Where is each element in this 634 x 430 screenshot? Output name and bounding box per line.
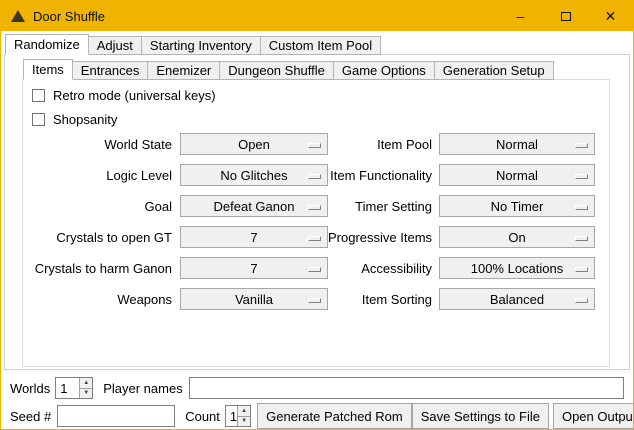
dropdown-indicator-icon xyxy=(308,143,321,148)
crystals-to-open-gt-dropdown[interactable]: 7 xyxy=(180,226,328,248)
dropdown-indicator-icon xyxy=(308,205,321,210)
field-label: World State xyxy=(30,137,180,152)
titlebar: Door Shuffle – ✕ xyxy=(1,1,633,31)
tab-enemizer[interactable]: Enemizer xyxy=(147,61,220,80)
minimize-button[interactable]: – xyxy=(498,1,543,31)
dropdown-indicator-icon xyxy=(575,298,588,303)
window-title: Door Shuffle xyxy=(33,9,105,24)
dropdown-value: On xyxy=(508,230,525,245)
field-label: Crystals to open GT xyxy=(30,230,180,245)
spin-down-icon[interactable]: ▼ xyxy=(238,417,250,427)
checkbox-icon xyxy=(32,113,45,126)
dropdown-indicator-icon xyxy=(575,174,588,179)
field-label: Item Functionality xyxy=(328,168,439,183)
field-label: Item Sorting xyxy=(328,292,439,307)
world-state-dropdown[interactable]: Open xyxy=(180,133,328,155)
player-names-input[interactable] xyxy=(189,377,624,399)
maximize-icon xyxy=(561,12,571,21)
tab-custom-item-pool[interactable]: Custom Item Pool xyxy=(260,36,381,55)
minimize-icon: – xyxy=(517,8,525,24)
progressive-items-dropdown[interactable]: On xyxy=(439,226,595,248)
dropdown-value: Vanilla xyxy=(235,292,273,307)
generate-row: Seed # Count 1 ▲ ▼ Generate Patched Rom … xyxy=(10,403,624,429)
count-spinbox[interactable]: 1 ▲ ▼ xyxy=(225,405,251,427)
dropdown-value: Defeat Ganon xyxy=(214,199,295,214)
dropdown-indicator-icon xyxy=(575,236,588,241)
dropdown-value: Normal xyxy=(496,137,538,152)
field-label: Item Pool xyxy=(328,137,439,152)
logic-level-dropdown[interactable]: No Glitches xyxy=(180,164,328,186)
generate-patched-rom-button[interactable]: Generate Patched Rom xyxy=(257,403,412,429)
count-label: Count xyxy=(185,409,220,424)
settings-form: World State Open Item Pool Normal Logic … xyxy=(30,133,595,310)
accessibility-dropdown[interactable]: 100% Locations xyxy=(439,257,595,279)
dropdown-value: Balanced xyxy=(490,292,544,307)
checkbox-label: Retro mode (universal keys) xyxy=(53,88,216,103)
item-sorting-dropdown[interactable]: Balanced xyxy=(439,288,595,310)
outer-tab-bar: Randomize Adjust Starting Inventory Cust… xyxy=(5,34,381,55)
seed-input[interactable] xyxy=(57,405,175,427)
dropdown-indicator-icon xyxy=(308,267,321,272)
inner-tab-bar: Items Entrances Enemizer Dungeon Shuffle… xyxy=(23,59,554,80)
close-button[interactable]: ✕ xyxy=(588,1,633,31)
tab-generation-setup[interactable]: Generation Setup xyxy=(434,61,554,80)
spin-up-icon[interactable]: ▲ xyxy=(238,406,250,417)
tab-entrances[interactable]: Entrances xyxy=(72,61,149,80)
checkbox-label: Shopsanity xyxy=(53,112,117,127)
checkbox-icon xyxy=(32,89,45,102)
crystals-to-harm-ganon-dropdown[interactable]: 7 xyxy=(180,257,328,279)
spin-arrows: ▲ ▼ xyxy=(237,406,250,426)
field-label: Crystals to harm Ganon xyxy=(30,261,180,276)
dropdown-indicator-icon xyxy=(575,267,588,272)
field-label: Progressive Items xyxy=(328,230,439,245)
close-icon: ✕ xyxy=(605,8,617,25)
worlds-value: 1 xyxy=(56,378,79,398)
maximize-button[interactable] xyxy=(543,1,588,31)
tab-dungeon-shuffle[interactable]: Dungeon Shuffle xyxy=(219,61,334,80)
tab-game-options[interactable]: Game Options xyxy=(333,61,435,80)
tab-adjust[interactable]: Adjust xyxy=(88,36,142,55)
field-label: Accessibility xyxy=(328,261,439,276)
tab-starting-inventory[interactable]: Starting Inventory xyxy=(141,36,261,55)
worlds-label: Worlds xyxy=(10,381,50,396)
shopsanity-checkbox[interactable]: Shopsanity xyxy=(32,112,117,126)
app-icon xyxy=(11,10,25,22)
dropdown-value: No Glitches xyxy=(220,168,287,183)
window-content: Randomize Adjust Starting Inventory Cust… xyxy=(2,32,632,428)
dropdown-indicator-icon xyxy=(308,236,321,241)
field-label: Goal xyxy=(30,199,180,214)
dropdown-indicator-icon xyxy=(308,174,321,179)
dropdown-value: 7 xyxy=(250,230,257,245)
open-output-directory-button[interactable]: Open Output Directory xyxy=(553,403,634,429)
spin-down-icon[interactable]: ▼ xyxy=(80,389,92,399)
field-label: Timer Setting xyxy=(328,199,439,214)
item-pool-dropdown[interactable]: Normal xyxy=(439,133,595,155)
field-label: Weapons xyxy=(30,292,180,307)
spin-arrows: ▲ ▼ xyxy=(79,378,92,398)
tab-randomize[interactable]: Randomize xyxy=(5,34,89,55)
spin-up-icon[interactable]: ▲ xyxy=(80,378,92,389)
worlds-row: Worlds 1 ▲ ▼ Player names xyxy=(10,376,624,400)
dropdown-indicator-icon xyxy=(575,205,588,210)
dropdown-value: 100% Locations xyxy=(471,261,564,276)
dropdown-value: Normal xyxy=(496,168,538,183)
dropdown-value: Open xyxy=(238,137,270,152)
app-window: Door Shuffle – ✕ Randomize Adjust Starti… xyxy=(0,0,634,430)
seed-label: Seed # xyxy=(10,409,51,424)
field-label: Logic Level xyxy=(30,168,180,183)
goal-dropdown[interactable]: Defeat Ganon xyxy=(180,195,328,217)
save-settings-button[interactable]: Save Settings to File xyxy=(412,403,549,429)
dropdown-value: 7 xyxy=(250,261,257,276)
dropdown-indicator-icon xyxy=(575,143,588,148)
tab-items[interactable]: Items xyxy=(23,59,73,80)
count-value: 1 xyxy=(226,406,237,426)
dropdown-indicator-icon xyxy=(308,298,321,303)
worlds-spinbox[interactable]: 1 ▲ ▼ xyxy=(55,377,93,399)
item-functionality-dropdown[interactable]: Normal xyxy=(439,164,595,186)
player-names-label: Player names xyxy=(103,381,182,396)
weapons-dropdown[interactable]: Vanilla xyxy=(180,288,328,310)
dropdown-value: No Timer xyxy=(491,199,544,214)
timer-setting-dropdown[interactable]: No Timer xyxy=(439,195,595,217)
retro-mode-checkbox[interactable]: Retro mode (universal keys) xyxy=(32,88,216,102)
